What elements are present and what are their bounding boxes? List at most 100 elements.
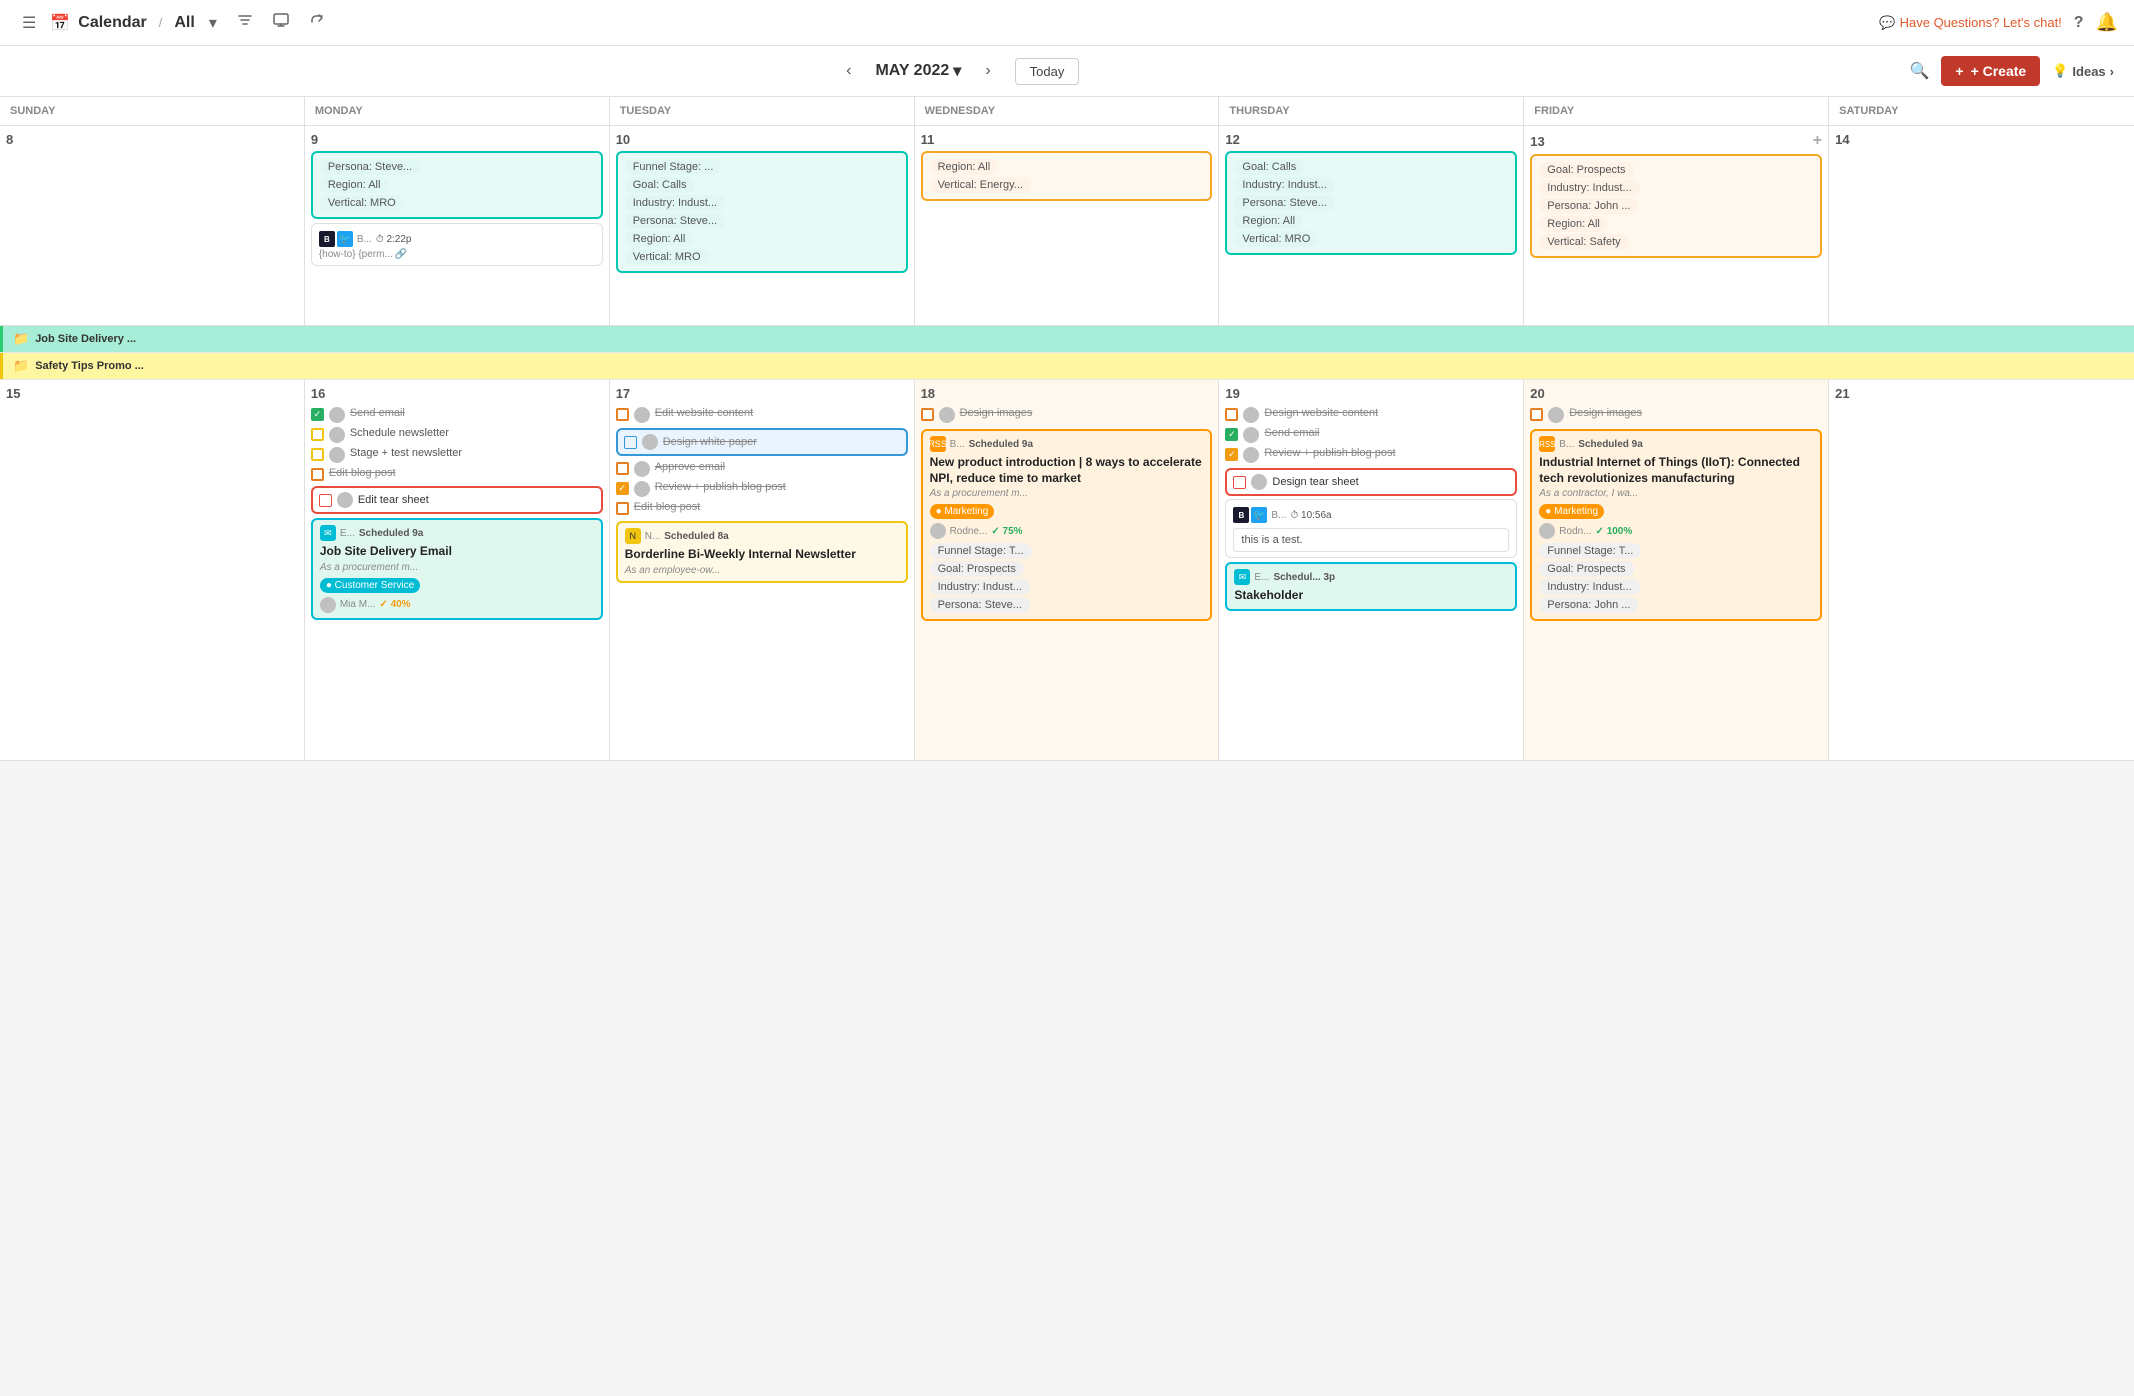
job-site-span-event[interactable]: 📁 Job Site Delivery ... bbox=[0, 326, 2134, 352]
week-row-1: 8 9 Persona: Steve... Region: All Vertic… bbox=[0, 126, 2134, 326]
blog-post-day19[interactable]: B 🐦 B... ⏱ 10:56a this is a test. bbox=[1225, 499, 1517, 558]
task-label: Edit website content bbox=[655, 407, 753, 419]
next-month-button[interactable]: › bbox=[977, 58, 998, 84]
link-icon: 🔗 bbox=[395, 249, 407, 260]
tag-pill: Region: All bbox=[930, 159, 999, 175]
card-title-20: Industrial Internet of Things (IIoT): Co… bbox=[1539, 455, 1813, 486]
plus-icon: + bbox=[1955, 63, 1963, 79]
task-review-publish-19[interactable]: ✓ Review + publish blog post bbox=[1225, 445, 1517, 465]
permalink-text: {how-to} {perm... 🔗 bbox=[319, 249, 595, 260]
task-design-images-18[interactable]: Design images bbox=[921, 405, 1213, 425]
task-edit-blog-16[interactable]: Edit blog post bbox=[311, 465, 603, 483]
task-schedule-newsletter[interactable]: Schedule newsletter bbox=[311, 425, 603, 445]
progress-indicator-20: ✓ 100% bbox=[1596, 526, 1633, 537]
scheduled-header: ✉ E... Schedul... 3p bbox=[1234, 569, 1508, 585]
job-site-delivery-card[interactable]: ✉ E... Scheduled 9a Job Site Delivery Em… bbox=[311, 518, 603, 620]
marketing-tag: ● Marketing bbox=[930, 504, 995, 519]
nav-left: ☰ 📅 Calendar / All ▾ bbox=[16, 8, 1869, 37]
scheduled-header: RSS B... Scheduled 9a bbox=[1539, 436, 1813, 452]
filter-icon[interactable] bbox=[231, 8, 259, 37]
tag-pill: Industry: Indust... bbox=[1539, 579, 1639, 595]
today-button[interactable]: Today bbox=[1015, 58, 1080, 85]
checkbox-yellow bbox=[311, 448, 324, 461]
blog-post-day9[interactable]: B 🐦 B... ⏱ 2:22p {how-to} {perm... 🔗 bbox=[311, 223, 603, 266]
card-meta-20: Rodn... ✓ 100% bbox=[1539, 523, 1813, 539]
npi-article-card[interactable]: RSS B... Scheduled 9a New product introd… bbox=[921, 429, 1213, 621]
event-card-day10[interactable]: Funnel Stage: ... Goal: Calls Industry: … bbox=[616, 151, 908, 273]
event-card-day11[interactable]: Region: All Vertical: Energy... bbox=[921, 151, 1213, 201]
avatar bbox=[930, 523, 946, 539]
view-all-label: All bbox=[174, 14, 194, 32]
tag-pill: Region: All bbox=[320, 177, 389, 193]
sched-abbrev: N... bbox=[645, 531, 661, 542]
ideas-button[interactable]: 💡 Ideas › bbox=[2052, 63, 2114, 79]
task-label: Edit blog post bbox=[634, 501, 701, 513]
day-header-saturday: SATURDAY bbox=[1829, 97, 2134, 125]
sched-time: Scheduled 9a bbox=[969, 439, 1033, 450]
prev-month-button[interactable]: ‹ bbox=[838, 58, 859, 84]
event-card-day13[interactable]: Goal: Prospects Industry: Indust... Pers… bbox=[1530, 154, 1822, 258]
tag-pill: Vertical: MRO bbox=[1234, 231, 1318, 247]
tag-pill: Goal: Prospects bbox=[1539, 561, 1633, 577]
task-edit-website[interactable]: Edit website content bbox=[616, 405, 908, 425]
tag-pill: Persona: Steve... bbox=[930, 597, 1030, 613]
notification-bell[interactable]: 🔔 bbox=[2096, 12, 2118, 33]
task-review-publish-17[interactable]: ✓ Review + publish blog post bbox=[616, 479, 908, 499]
task-design-website-19[interactable]: Design website content bbox=[1225, 405, 1517, 425]
card-subtitle: As an employee-ow... bbox=[625, 565, 899, 576]
task-edit-blog-17[interactable]: Edit blog post bbox=[616, 499, 908, 517]
chevron-down-icon[interactable]: ▾ bbox=[203, 9, 223, 37]
task-send-email-19[interactable]: ✓ Send email bbox=[1225, 425, 1517, 445]
borderline-newsletter-card[interactable]: N N... Scheduled 8a Borderline Bi-Weekly… bbox=[616, 521, 908, 583]
sched-abbrev: B... bbox=[1559, 439, 1574, 450]
create-button[interactable]: + + Create bbox=[1941, 56, 2040, 86]
task-send-email-16[interactable]: ✓ Send email bbox=[311, 405, 603, 425]
card-meta: Mia M... ✓ 40% bbox=[320, 597, 594, 613]
task-stage-newsletter[interactable]: Stage + test newsletter bbox=[311, 445, 603, 465]
sched-time-20: Scheduled 9a bbox=[1578, 439, 1642, 450]
task-label: Approve email bbox=[655, 461, 725, 473]
avatar bbox=[634, 461, 650, 477]
chat-link[interactable]: 💬 Have Questions? Let's chat! bbox=[1879, 15, 2061, 31]
day-14: 14 bbox=[1829, 126, 2134, 325]
event-card-day12[interactable]: Goal: Calls Industry: Indust... Persona:… bbox=[1225, 151, 1517, 255]
avatar bbox=[329, 447, 345, 463]
task-design-images-20[interactable]: Design images bbox=[1530, 405, 1822, 425]
search-button[interactable]: 🔍 bbox=[1909, 61, 1929, 81]
card-title: Job Site Delivery Email bbox=[320, 544, 594, 560]
hamburger-menu[interactable]: ☰ bbox=[16, 9, 42, 37]
card-subtitle-20: As a contractor, I wa... bbox=[1539, 488, 1813, 499]
avatar bbox=[634, 407, 650, 423]
blog-icons-row-19: B 🐦 B... ⏱ 10:56a bbox=[1233, 505, 1509, 525]
day-headers-row: SUNDAY MONDAY TUESDAY WEDNESDAY THURSDAY… bbox=[0, 97, 2134, 126]
tag-pill: Industry: Indust... bbox=[1539, 180, 1639, 196]
tag-pill: Industry: Indust... bbox=[625, 195, 725, 211]
stakeholder-card[interactable]: ✉ E... Schedul... 3p Stakeholder bbox=[1225, 562, 1517, 611]
design-white-paper-task[interactable]: Design white paper bbox=[616, 428, 908, 456]
help-button[interactable]: ? bbox=[2074, 14, 2084, 32]
edit-tear-sheet-label: Edit tear sheet bbox=[358, 494, 429, 506]
day-12: 12 Goal: Calls Industry: Indust... Perso… bbox=[1219, 126, 1524, 325]
day-header-sunday: SUNDAY bbox=[0, 97, 305, 125]
tag-pill: Persona: Steve... bbox=[1234, 195, 1334, 211]
event-card-day9[interactable]: Persona: Steve... Region: All Vertical: … bbox=[311, 151, 603, 219]
share-icon[interactable] bbox=[303, 8, 331, 37]
checkbox-orange-sq bbox=[616, 502, 629, 515]
add-event-icon[interactable]: + bbox=[1813, 132, 1822, 150]
sched-time: Scheduled 9a bbox=[359, 528, 423, 539]
task-label: Stage + test newsletter bbox=[350, 447, 462, 459]
safety-tips-span-event[interactable]: 📁 Safety Tips Promo ... bbox=[0, 353, 2134, 379]
edit-tear-sheet-task[interactable]: Edit tear sheet bbox=[311, 486, 603, 514]
tag-pill: Region: All bbox=[1539, 216, 1608, 232]
iiot-article-card[interactable]: RSS B... Scheduled 9a Industrial Interne… bbox=[1530, 429, 1822, 621]
design-tear-sheet-task[interactable]: Design tear sheet bbox=[1225, 468, 1517, 496]
blog-icon-group: B 🐦 bbox=[1233, 507, 1267, 523]
task-approve-email[interactable]: Approve email bbox=[616, 459, 908, 479]
month-chevron-icon: ▾ bbox=[953, 61, 961, 81]
tag-pill: Goal: Prospects bbox=[1539, 162, 1633, 178]
monitor-icon[interactable] bbox=[267, 8, 295, 37]
app-title: Calendar bbox=[78, 14, 146, 32]
month-title[interactable]: MAY 2022 ▾ bbox=[875, 61, 961, 81]
task-label: Edit blog post bbox=[329, 467, 396, 479]
scheduled-header: N N... Scheduled 8a bbox=[625, 528, 899, 544]
